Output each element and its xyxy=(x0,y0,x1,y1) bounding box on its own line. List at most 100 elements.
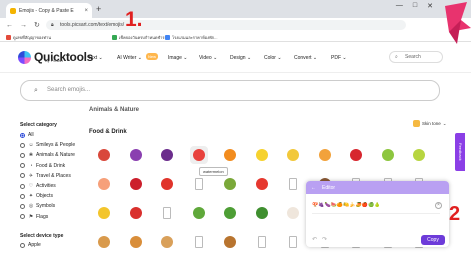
category-label: All xyxy=(28,132,34,138)
category-label: Objects xyxy=(36,193,53,200)
menu-image[interactable]: Image ⌄ xyxy=(168,55,187,61)
category-option[interactable]: ⚑ Flags xyxy=(20,214,48,220)
tab-favicon-icon xyxy=(10,7,16,14)
missing-icon xyxy=(289,236,297,248)
emoji-cherries[interactable] xyxy=(127,175,145,193)
emoji-search-input[interactable]: ⌕ Search emojis... xyxy=(20,80,440,101)
emoji-missing[interactable] xyxy=(158,204,176,222)
bookmark-item[interactable]: โรงแรมและราคาห้องพัก... xyxy=(165,34,218,41)
site-header: Quicktools By Picsart Text ⌄ AI Writer ⌄… xyxy=(0,43,471,73)
redo-icon[interactable]: ↷ xyxy=(322,236,327,243)
feedback-tab[interactable]: Feedback xyxy=(455,133,465,171)
reload-icon[interactable]: ↻ xyxy=(34,21,40,29)
category-option[interactable]: ❀ Animals & Nature xyxy=(20,152,75,158)
emoji-mango[interactable] xyxy=(316,146,334,164)
skin-tone-selector[interactable]: Skin tone ⌄ xyxy=(413,120,447,127)
menu-video[interactable]: Video ⌄ xyxy=(199,55,217,61)
category-option[interactable]: ☺ Smileys & People xyxy=(20,142,75,148)
category-option[interactable]: ♡ Activities xyxy=(20,183,56,189)
category-icon: ✦ xyxy=(28,193,34,200)
clear-icon[interactable]: × xyxy=(435,202,442,209)
device-option-apple[interactable]: Apple xyxy=(20,242,41,248)
back-icon[interactable]: ← xyxy=(311,185,316,191)
emoji-mushroom[interactable] xyxy=(95,146,113,164)
forward-icon[interactable]: → xyxy=(20,22,27,29)
emoji-bread[interactable] xyxy=(95,233,113,251)
emoji-leafy-green[interactable] xyxy=(221,204,239,222)
category-option[interactable]: All xyxy=(20,132,34,138)
emoji-lemon[interactable] xyxy=(253,146,271,164)
emoji-green-apple[interactable] xyxy=(379,146,397,164)
emoji-missing[interactable] xyxy=(190,175,208,193)
search-icon: ⌕ xyxy=(34,87,38,94)
menu-pdf[interactable]: PDF ⌄ xyxy=(331,55,347,61)
category-option[interactable]: ✦ Objects xyxy=(20,193,53,199)
strawberry-icon xyxy=(161,178,173,190)
emoji-croissant[interactable] xyxy=(127,233,145,251)
emoji-hot-pepper[interactable] xyxy=(127,204,145,222)
emoji-pretzel[interactable] xyxy=(221,233,239,251)
search-icon: ⌕ xyxy=(395,54,398,60)
emoji-tomato[interactable] xyxy=(253,175,271,193)
emoji-baguette[interactable] xyxy=(158,233,176,251)
category-label: Travel & Places xyxy=(36,172,71,179)
emoji-watermelon[interactable] xyxy=(189,146,208,164)
menu-color[interactable]: Color ⌄ xyxy=(264,55,282,61)
new-tab-button[interactable]: + xyxy=(96,4,101,14)
radio-icon xyxy=(20,183,25,189)
editor-textarea[interactable]: 🍄🍇🍆🍉🍊🍋🍌🥭🍎🍏🍐 xyxy=(312,202,440,214)
bookmark-item[interactable]: เช็คจองวันครบกำหนดชำระ... xyxy=(112,34,170,41)
bookmark-item[interactable]: ดูเลขที่สัญญาของท่าน xyxy=(6,34,51,41)
emoji-missing[interactable] xyxy=(253,233,271,251)
hot-pepper-icon xyxy=(129,207,142,219)
emoji-eggplant[interactable] xyxy=(158,146,176,164)
category-option[interactable]: ◔ Food & Drink xyxy=(20,163,65,169)
watermelon-icon xyxy=(192,149,205,161)
editor-panel: ← Editor 🍄🍇🍆🍉🍊🍋🍌🥭🍎🍏🍐 × ↶ ↷ Copy xyxy=(306,181,449,247)
emoji-strawberry[interactable] xyxy=(158,175,176,193)
category-icon: ♡ xyxy=(28,183,34,189)
undo-icon[interactable]: ↶ xyxy=(312,236,317,243)
emoji-garlic[interactable] xyxy=(284,204,302,222)
category-option[interactable]: ✈ Travel & Places xyxy=(20,173,71,179)
emoji-red-apple[interactable] xyxy=(347,146,365,164)
category-option[interactable]: ◎ Symbols xyxy=(20,203,55,209)
menu-design[interactable]: Design ⌄ xyxy=(230,55,251,61)
emoji-missing[interactable] xyxy=(190,233,208,251)
peach-icon xyxy=(98,178,110,190)
browser-tab[interactable]: Emojis - Copy & Paste E × xyxy=(6,3,92,18)
minimize-icon[interactable]: — xyxy=(396,2,403,10)
emoji-pear[interactable] xyxy=(410,146,428,164)
emoji-tangerine[interactable] xyxy=(221,146,239,164)
browser-tab-bar: Emojis - Copy & Paste E × + — □ ✕ xyxy=(0,0,471,18)
menu-convert[interactable]: Convert ⌄ xyxy=(294,55,317,61)
back-icon[interactable]: ← xyxy=(6,22,13,29)
corn-icon xyxy=(98,207,110,219)
pretzel-icon xyxy=(224,236,236,248)
emoji-missing[interactable] xyxy=(284,233,302,251)
menu-text[interactable]: Text ⌄ xyxy=(88,55,103,61)
site-search-input[interactable]: ⌕ Search xyxy=(389,51,443,63)
broccoli-icon xyxy=(255,207,268,219)
close-window-icon[interactable]: ✕ xyxy=(427,2,433,10)
radio-icon xyxy=(20,214,25,220)
emoji-cucumber[interactable] xyxy=(190,204,208,222)
emoji-banana[interactable] xyxy=(284,146,302,164)
radio-icon xyxy=(20,193,25,199)
missing-icon xyxy=(289,178,297,190)
emoji-grapes[interactable] xyxy=(127,146,145,164)
tab-close-icon[interactable]: × xyxy=(84,8,88,14)
pink-ribbon-decoration xyxy=(445,2,471,44)
maximize-icon[interactable]: □ xyxy=(413,2,417,10)
emoji-corn[interactable] xyxy=(95,204,113,222)
radio-icon xyxy=(20,163,25,169)
menu-ai-writer[interactable]: AI Writer ⌄ xyxy=(117,55,142,61)
emoji-missing[interactable] xyxy=(284,175,302,193)
missing-icon xyxy=(194,236,203,248)
copy-button[interactable]: Copy xyxy=(421,235,445,245)
emoji-broccoli[interactable] xyxy=(253,204,271,222)
url-field[interactable]: 🔒︎ tools.picsart.com/text/emojis/ xyxy=(46,20,406,30)
emoji-kiwi[interactable] xyxy=(221,175,239,193)
missing-icon xyxy=(257,236,266,248)
emoji-peach[interactable] xyxy=(95,175,113,193)
